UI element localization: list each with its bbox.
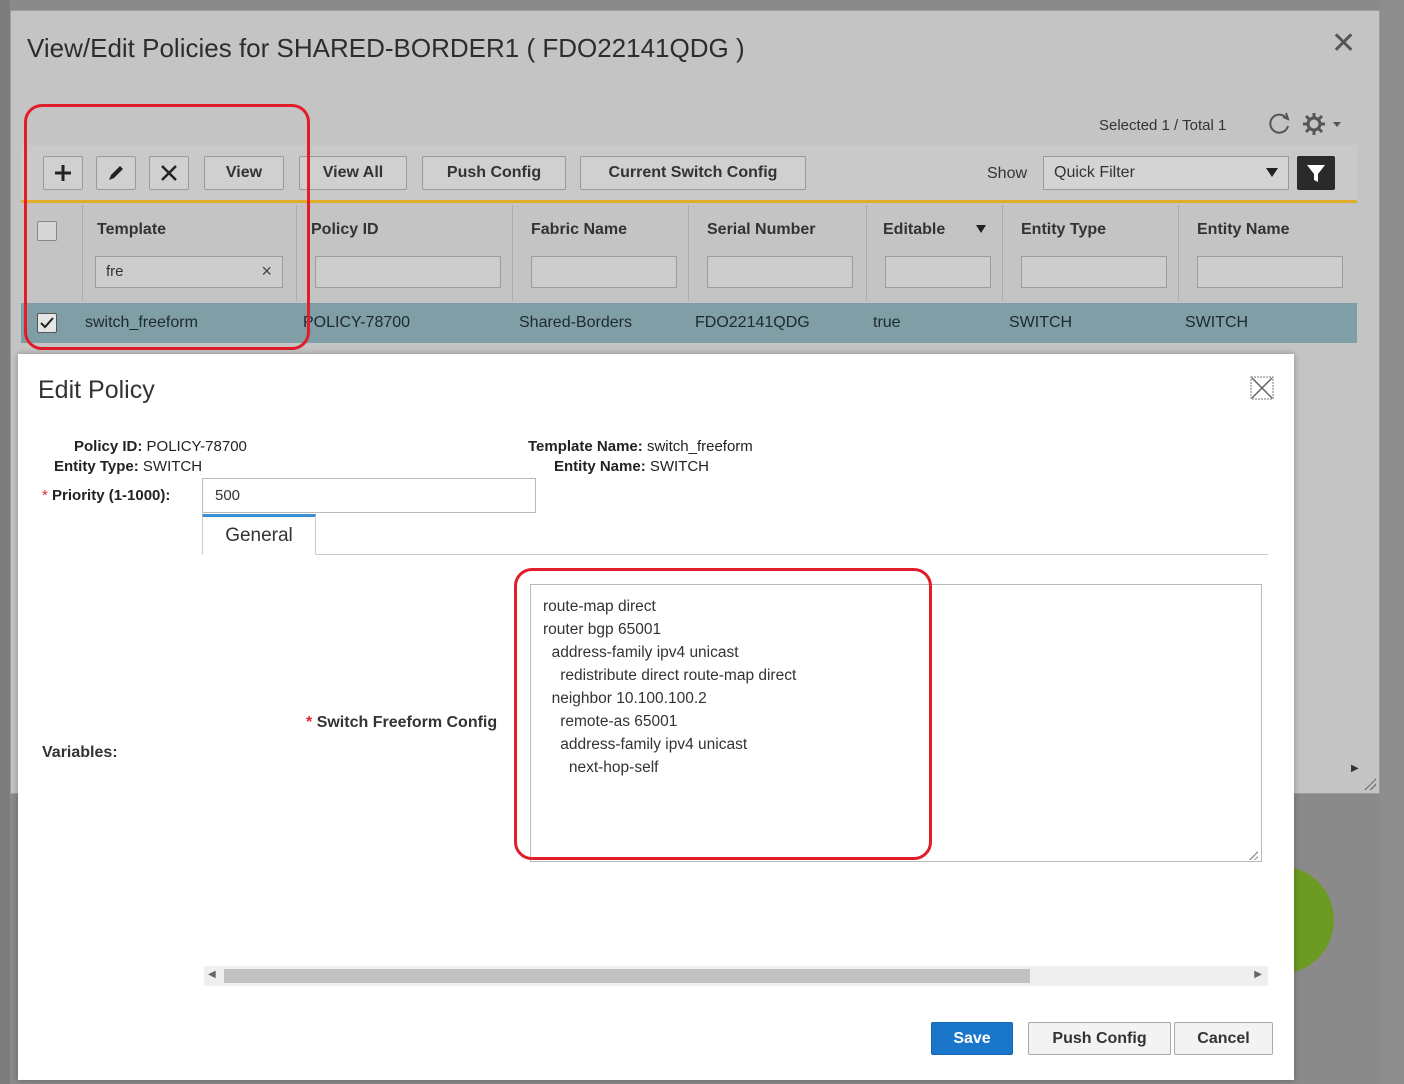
policy-id-info: Policy ID: POLICY-78700 <box>74 438 247 455</box>
show-label: Show <box>987 165 1028 182</box>
filter-button[interactable] <box>1297 156 1335 190</box>
view-all-button[interactable]: View All <box>299 156 407 190</box>
edit-policy-title: Edit Policy <box>38 376 155 404</box>
quick-filter-value: Quick Filter <box>1054 164 1135 181</box>
cell-editable: true <box>873 314 901 331</box>
template-filter-input[interactable]: fre × <box>95 256 283 288</box>
delete-button[interactable] <box>149 156 189 190</box>
policy-id-filter-input[interactable] <box>315 256 501 288</box>
push-config-button[interactable]: Push Config <box>422 156 566 190</box>
textarea-resize-icon[interactable] <box>1248 850 1258 860</box>
column-header-entity-name: Entity Name <box>1197 221 1290 238</box>
scroll-right-icon[interactable]: ▶ <box>1254 969 1262 980</box>
policy-id-value: POLICY-78700 <box>146 438 247 455</box>
clear-filter-icon[interactable]: × <box>261 261 272 282</box>
quick-filter-select[interactable]: Quick Filter <box>1043 156 1289 190</box>
current-switch-config-button[interactable]: Current Switch Config <box>580 156 806 190</box>
column-header-template: Template <box>97 221 167 238</box>
add-button[interactable] <box>43 156 83 190</box>
sort-caret-icon[interactable] <box>976 225 986 233</box>
column-serial-number: Serial Number <box>689 205 867 301</box>
column-editable: Editable <box>867 205 1003 301</box>
priority-label-text: Priority (1-1000): <box>52 487 171 504</box>
entity-type-value: SWITCH <box>142 458 203 475</box>
selection-count: Selected 1 / Total 1 <box>1099 117 1227 134</box>
template-name-info: Template Name: switch_freeform <box>528 438 753 455</box>
policy-id-label: Policy ID: <box>74 438 143 455</box>
entity-name-filter-input[interactable] <box>1197 256 1343 288</box>
settings-gear-icon[interactable] <box>1301 111 1345 137</box>
view-button[interactable]: View <box>204 156 284 190</box>
column-header-fabric-name: Fabric Name <box>531 221 628 238</box>
template-name-label: Template Name: <box>528 438 643 455</box>
checkmark-icon <box>40 317 54 329</box>
priority-label: * Priority (1-1000): <box>42 487 170 504</box>
tab-general[interactable]: General <box>202 514 316 555</box>
table-row[interactable]: switch_freeform POLICY-78700 Shared-Bord… <box>21 303 1357 343</box>
dropdown-arrow-icon <box>1266 168 1278 177</box>
policies-table-header: Template fre × Policy ID Fabric Name Ser… <box>21 205 1357 301</box>
cell-fabric-name: Shared-Borders <box>519 314 632 331</box>
save-button[interactable]: Save <box>931 1022 1013 1055</box>
entity-type-info: Entity Type: SWITCH <box>54 458 202 475</box>
column-header-policy-id: Policy ID <box>311 221 379 238</box>
cell-policy-id: POLICY-78700 <box>303 314 411 331</box>
entity-name-info: Entity Name: SWITCH <box>554 458 709 475</box>
tab-strip-line <box>202 554 1268 555</box>
cell-template: switch_freeform <box>85 314 198 331</box>
template-filter-value: fre <box>106 263 124 280</box>
entity-name-value: SWITCH <box>649 458 710 475</box>
select-all-column <box>21 205 83 301</box>
column-entity-name: Entity Name <box>1179 205 1357 301</box>
cell-entity-name: SWITCH <box>1185 314 1249 331</box>
background-edge <box>1380 0 1404 1084</box>
entity-type-label: Entity Type: <box>54 458 139 475</box>
entity-name-label: Entity Name: <box>554 458 646 475</box>
horizontal-scrollbar[interactable]: ◀ ▶ <box>204 966 1268 986</box>
column-fabric-name: Fabric Name <box>513 205 689 301</box>
priority-input[interactable]: 500 <box>202 478 536 513</box>
resize-grip-icon[interactable] <box>1364 778 1376 790</box>
pencil-icon <box>109 166 123 180</box>
cell-entity-type: SWITCH <box>1009 314 1073 331</box>
push-config-button[interactable]: Push Config <box>1028 1022 1171 1055</box>
switch-freeform-config-label-text: Switch Freeform Config <box>316 714 498 731</box>
dialog-title: View/Edit Policies for SHARED-BORDER1 ( … <box>27 33 745 63</box>
table-scroll-right-icon[interactable]: ▶ <box>1351 763 1359 774</box>
edit-policy-dialog: Edit Policy Policy ID: POLICY-78700 Enti… <box>18 354 1294 1080</box>
select-all-checkbox[interactable] <box>37 221 57 241</box>
x-icon <box>161 165 177 181</box>
edit-button[interactable] <box>96 156 136 190</box>
template-name-value: switch_freeform <box>646 438 753 455</box>
switch-freeform-config-textarea[interactable]: route-map direct router bgp 65001 addres… <box>530 584 1262 862</box>
variables-label: Variables: <box>42 744 118 761</box>
column-entity-type: Entity Type <box>1003 205 1179 301</box>
close-icon[interactable]: ✕ <box>1331 29 1356 59</box>
entity-type-filter-input[interactable] <box>1021 256 1167 288</box>
funnel-icon <box>1307 165 1325 182</box>
refresh-icon[interactable] <box>1267 111 1293 137</box>
column-template: Template fre × <box>83 205 297 301</box>
cancel-button[interactable]: Cancel <box>1174 1022 1273 1055</box>
required-asterisk: * <box>42 487 48 504</box>
scrollbar-thumb[interactable] <box>224 969 1030 983</box>
editable-filter-input[interactable] <box>885 256 991 288</box>
policies-toolbar: View View All Push Config Current Switch… <box>21 145 1357 203</box>
required-asterisk: * <box>306 714 313 731</box>
column-header-entity-type: Entity Type <box>1021 221 1107 238</box>
row-checkbox[interactable] <box>37 313 57 333</box>
scroll-left-icon[interactable]: ◀ <box>208 969 216 980</box>
column-policy-id: Policy ID <box>297 205 513 301</box>
close-icon[interactable] <box>1250 376 1274 400</box>
column-header-editable: Editable <box>883 221 946 238</box>
column-header-serial-number: Serial Number <box>707 221 816 238</box>
backdrop <box>0 0 10 1084</box>
serial-number-filter-input[interactable] <box>707 256 853 288</box>
cell-serial-number: FDO22141QDG <box>695 314 810 331</box>
fabric-name-filter-input[interactable] <box>531 256 677 288</box>
switch-freeform-config-label: * Switch Freeform Config <box>306 714 497 732</box>
plus-icon <box>55 165 71 181</box>
